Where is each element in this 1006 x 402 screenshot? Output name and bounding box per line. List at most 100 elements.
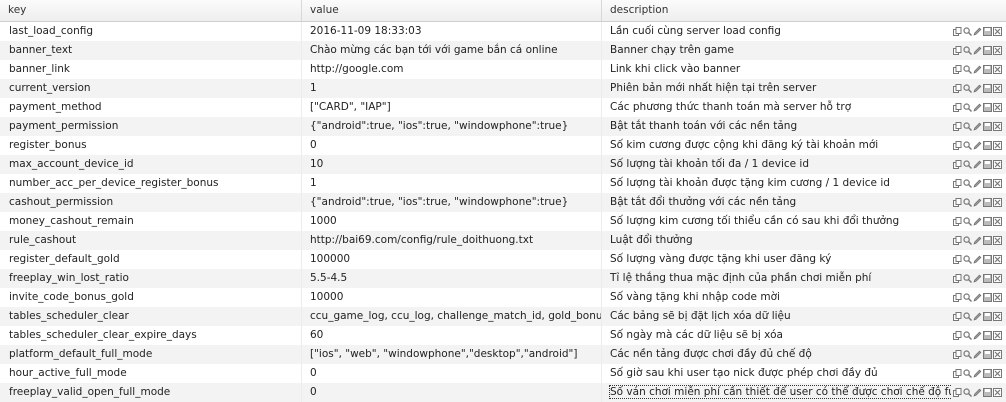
- copy-icon[interactable]: [953, 198, 962, 207]
- edit-icon[interactable]: [973, 388, 982, 397]
- table-row[interactable]: invite_code_bonus_gold 10000 Số vàng tặng …: [0, 288, 1006, 307]
- cell-description[interactable]: Luật đổi thưởng: [602, 231, 951, 250]
- cell-value[interactable]: 10000: [302, 288, 602, 307]
- cell-description[interactable]: Số lượng tài khoản tối đa / 1 device id: [602, 155, 951, 174]
- cell-description[interactable]: Phiên bản mới nhất hiện tại trên server: [602, 79, 951, 98]
- table-row[interactable]: rule_cashout http://bai69.com/config/rule…: [0, 231, 1006, 250]
- copy-icon[interactable]: [953, 369, 962, 378]
- save-icon[interactable]: [983, 65, 992, 74]
- search-icon[interactable]: [963, 65, 972, 74]
- copy-icon[interactable]: [953, 388, 962, 397]
- cell-description[interactable]: Số lượng kim cương tối thiểu cần có sau …: [602, 212, 951, 231]
- search-icon[interactable]: [963, 84, 972, 93]
- copy-icon[interactable]: [953, 27, 962, 36]
- cell-key[interactable]: cashout_permission: [0, 193, 302, 212]
- save-icon[interactable]: [983, 293, 992, 302]
- cell-value[interactable]: Chào mừng các bạn tới với game bắn cá on…: [302, 41, 602, 60]
- table-row[interactable]: register_default_gold 100000 Số lượng vàng…: [0, 250, 1006, 269]
- search-icon[interactable]: [963, 388, 972, 397]
- cell-value[interactable]: 10: [302, 155, 602, 174]
- copy-icon[interactable]: [953, 84, 962, 93]
- delete-icon[interactable]: [993, 255, 1002, 264]
- table-row[interactable]: number_acc_per_device_register_bonus 1 Số …: [0, 174, 1006, 193]
- delete-icon[interactable]: [993, 198, 1002, 207]
- cell-value[interactable]: 2016-11-09 18:33:03: [302, 22, 602, 41]
- edit-icon[interactable]: [973, 46, 982, 55]
- delete-icon[interactable]: [993, 141, 1002, 150]
- cell-value[interactable]: 0: [302, 364, 602, 383]
- search-icon[interactable]: [963, 331, 972, 340]
- delete-icon[interactable]: [993, 27, 1002, 36]
- cell-key[interactable]: register_default_gold: [0, 250, 302, 269]
- cell-key[interactable]: last_load_config: [0, 22, 302, 41]
- copy-icon[interactable]: [953, 46, 962, 55]
- cell-key[interactable]: invite_code_bonus_gold: [0, 288, 302, 307]
- cell-key[interactable]: tables_scheduler_clear: [0, 307, 302, 326]
- delete-icon[interactable]: [993, 388, 1002, 397]
- cell-value[interactable]: 100000: [302, 250, 602, 269]
- save-icon[interactable]: [983, 312, 992, 321]
- copy-icon[interactable]: [953, 236, 962, 245]
- column-header-key[interactable]: key: [0, 0, 302, 21]
- cell-description[interactable]: Số lượng vàng được tặng khi user đăng ký: [602, 250, 951, 269]
- cell-value[interactable]: ["CARD", "IAP"]: [302, 98, 602, 117]
- cell-value[interactable]: {"android":true, "ios":true, "windowphon…: [302, 117, 602, 136]
- cell-value[interactable]: 0: [302, 383, 602, 402]
- table-row[interactable]: tables_scheduler_clear ccu_game_log, ccu_…: [0, 307, 1006, 326]
- table-row[interactable]: payment_permission {"android":true, "ios"…: [0, 117, 1006, 136]
- edit-icon[interactable]: [973, 255, 982, 264]
- edit-icon[interactable]: [973, 179, 982, 188]
- cell-key[interactable]: freeplay_valid_open_full_mode: [0, 383, 302, 402]
- cell-description[interactable]: Số ngày mà các dữ liệu sẽ bị xóa: [602, 326, 951, 345]
- cell-key[interactable]: current_version: [0, 79, 302, 98]
- cell-value[interactable]: 60: [302, 326, 602, 345]
- cell-key[interactable]: number_acc_per_device_register_bonus: [0, 174, 302, 193]
- search-icon[interactable]: [963, 141, 972, 150]
- table-row[interactable]: current_version 1 Phiên bản mới nhất hiện …: [0, 79, 1006, 98]
- edit-icon[interactable]: [973, 274, 982, 283]
- table-row[interactable]: freeplay_win_lost_ratio 5.5-4.5 Tỉ lệ thắn…: [0, 269, 1006, 288]
- save-icon[interactable]: [983, 84, 992, 93]
- cell-value[interactable]: http://google.com: [302, 60, 602, 79]
- table-row[interactable]: cashout_permission {"android":true, "ios"…: [0, 193, 1006, 212]
- cell-description[interactable]: Lần cuối cùng server load config: [602, 22, 951, 41]
- cell-description[interactable]: Số kim cương được cộng khi đăng ký tài k…: [602, 136, 951, 155]
- table-row[interactable]: tables_scheduler_clear_expire_days 60 Số n…: [0, 326, 1006, 345]
- cell-description[interactable]: Banner chạy trên game: [602, 41, 951, 60]
- cell-description[interactable]: Các bảng sẽ bị đặt lịch xóa dữ liệu: [602, 307, 951, 326]
- copy-icon[interactable]: [953, 312, 962, 321]
- cell-key[interactable]: hour_active_full_mode: [0, 364, 302, 383]
- cell-key[interactable]: payment_permission: [0, 117, 302, 136]
- column-header-value[interactable]: value: [302, 0, 602, 21]
- copy-icon[interactable]: [953, 331, 962, 340]
- copy-icon[interactable]: [953, 65, 962, 74]
- search-icon[interactable]: [963, 27, 972, 36]
- edit-icon[interactable]: [973, 103, 982, 112]
- delete-icon[interactable]: [993, 84, 1002, 93]
- cell-value[interactable]: http://bai69.com/config/rule_doithuong.t…: [302, 231, 602, 250]
- search-icon[interactable]: [963, 160, 972, 169]
- cell-description[interactable]: Số giờ sau khi user tạo nick được phép c…: [602, 364, 951, 383]
- save-icon[interactable]: [983, 217, 992, 226]
- save-icon[interactable]: [983, 103, 992, 112]
- save-icon[interactable]: [983, 388, 992, 397]
- table-row[interactable]: hour_active_full_mode 0 Số giờ sau khi use…: [0, 364, 1006, 383]
- save-icon[interactable]: [983, 236, 992, 245]
- cell-description[interactable]: Link khi click vào banner: [602, 60, 951, 79]
- cell-value[interactable]: ccu_game_log, ccu_log, challenge_match_i…: [302, 307, 602, 326]
- save-icon[interactable]: [983, 350, 992, 359]
- cell-description[interactable]: Các phương thức thanh toán mà server hỗ …: [602, 98, 951, 117]
- edit-icon[interactable]: [973, 331, 982, 340]
- table-row[interactable]: register_bonus 0 Số kim cương được cộng kh…: [0, 136, 1006, 155]
- cell-description[interactable]: Số lượng tài khoản được tặng kim cương /…: [602, 174, 951, 193]
- save-icon[interactable]: [983, 255, 992, 264]
- save-icon[interactable]: [983, 160, 992, 169]
- copy-icon[interactable]: [953, 122, 962, 131]
- search-icon[interactable]: [963, 293, 972, 302]
- search-icon[interactable]: [963, 312, 972, 321]
- cell-description[interactable]: Số ván chơi miễn phí cần thiết để user c…: [602, 383, 951, 402]
- cell-value[interactable]: 0: [302, 136, 602, 155]
- copy-icon[interactable]: [953, 350, 962, 359]
- edit-icon[interactable]: [973, 293, 982, 302]
- search-icon[interactable]: [963, 217, 972, 226]
